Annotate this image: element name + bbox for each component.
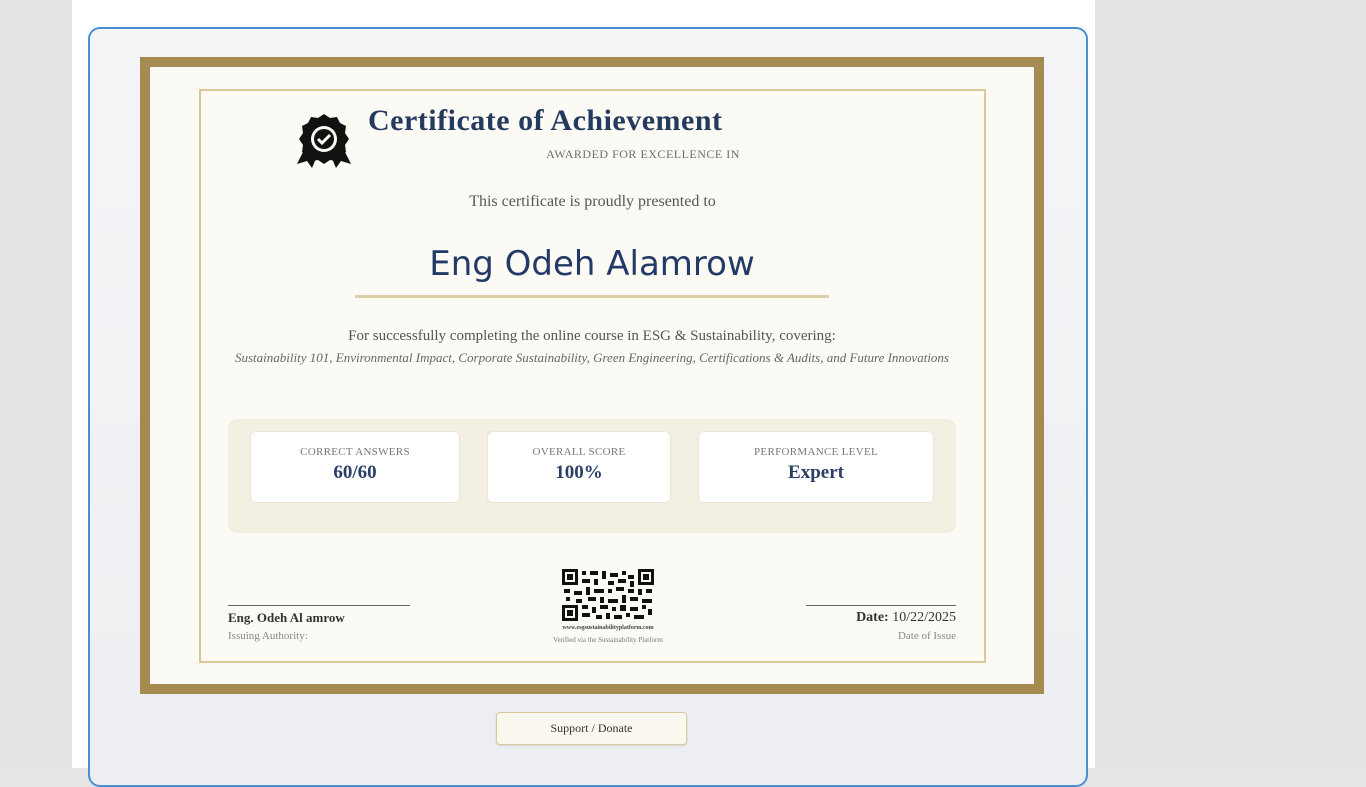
date-value: 10/22/2025 bbox=[892, 610, 956, 625]
course-topics: Sustainability 101, Environmental Impact… bbox=[235, 350, 949, 365]
verify-note: Verified via the Sustainability Platform bbox=[553, 636, 663, 644]
recipient-name: Eng Odeh Alamrow bbox=[355, 244, 829, 298]
date-line bbox=[806, 605, 956, 606]
stat-value: 100% bbox=[555, 462, 603, 483]
date-label: Date: bbox=[856, 610, 889, 625]
stat-card-correct-answers: CORRECT ANSWERS 60/60 bbox=[250, 431, 460, 503]
certificate-title: Certificate of Achievement bbox=[368, 104, 723, 137]
left-background bbox=[0, 0, 72, 768]
stat-card-overall-score: OVERALL SCORE 100% bbox=[487, 431, 671, 503]
right-background bbox=[1095, 0, 1366, 768]
issue-date: Date: 10/22/2025 bbox=[760, 610, 956, 626]
support-donate-button[interactable]: Support / Donate bbox=[496, 712, 687, 745]
stat-label: PERFORMANCE LEVEL bbox=[754, 446, 878, 458]
stat-value: Expert bbox=[788, 462, 844, 483]
certificate-subtitle: AWARDED FOR EXCELLENCE IN bbox=[546, 147, 740, 161]
qr-code bbox=[562, 569, 654, 621]
date-caption: Date of Issue bbox=[897, 630, 956, 642]
award-badge-icon bbox=[297, 114, 351, 168]
presented-text: This certificate is proudly presented to bbox=[469, 193, 716, 210]
issuer-role: Issuing Authority: bbox=[228, 630, 308, 642]
verify-url: www.esgsustainabilityplatform.com bbox=[562, 625, 654, 631]
stat-label: CORRECT ANSWERS bbox=[300, 446, 410, 458]
signature-line bbox=[228, 605, 410, 606]
course-description: For successfully completing the online c… bbox=[348, 328, 836, 344]
issuer-name: Eng. Odeh Al amrow bbox=[228, 610, 345, 625]
stat-card-performance-level: PERFORMANCE LEVEL Expert bbox=[698, 431, 934, 503]
stat-label: OVERALL SCORE bbox=[532, 446, 626, 458]
stat-value: 60/60 bbox=[333, 462, 377, 483]
